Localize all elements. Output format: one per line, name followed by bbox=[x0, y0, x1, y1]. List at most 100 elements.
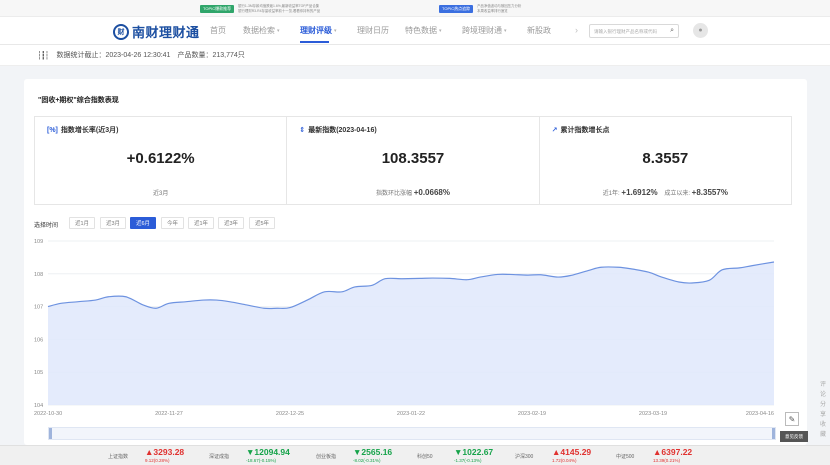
index-area-chart: 104 105 106 107 108 109 2022-10-30 2022-11-27 20… bbox=[34, 239, 775, 417]
y-tick-label: 105 bbox=[34, 370, 43, 376]
metric-latest-index: ⇕ 最新指数(2023-04-16) 108.3557 指数环比涨幅 +0.066… bbox=[287, 117, 540, 204]
stats-date-label: 数据统计截止： bbox=[56, 52, 106, 59]
nav-label: 理财日历 bbox=[357, 26, 389, 35]
ticker-change: 1.72(0.04%) bbox=[552, 458, 577, 463]
nav-home[interactable]: 首页 bbox=[210, 17, 226, 44]
market-ticker: 上证指数 ▲3293.28 9.12(0.28%) 深证成指 ▼12094.94… bbox=[0, 445, 830, 465]
y-tick-label: 107 bbox=[34, 305, 43, 311]
banner-ad-line: 银行理财R3-R4存量收益率前十一览,看看你持有的产品 bbox=[238, 9, 321, 13]
nav-new-stock[interactable]: 新股政 bbox=[527, 17, 551, 44]
side-char[interactable]: 享 bbox=[820, 411, 826, 419]
time-option-1m[interactable]: 近1月 bbox=[69, 217, 96, 229]
metrics-row: [%] 指数增长率(近3月) +0.6122% 近3月 ⇕ 最新指数(2023-04… bbox=[34, 116, 792, 205]
site-header: 财 南财理财通 首页 数据检索 ▾ 理财评级 ▾ 理财日历 特色数据 ▾ 跨境理财通 ▾… bbox=[0, 17, 830, 45]
ticker-name: 上证指数 bbox=[108, 454, 129, 460]
y-tick-label: 104 bbox=[34, 403, 43, 409]
metric-sub-label: 成立以来: bbox=[664, 191, 690, 197]
ticker-value: ▼2565.16 bbox=[353, 447, 393, 457]
side-char[interactable]: 收 bbox=[820, 421, 826, 429]
ticker-number: 4145.29 bbox=[560, 447, 592, 457]
y-tick-label: 109 bbox=[34, 239, 43, 245]
chevron-right-icon[interactable]: › bbox=[575, 25, 578, 35]
side-char[interactable]: 论 bbox=[820, 391, 826, 399]
edit-icon[interactable]: ✎ bbox=[785, 412, 799, 426]
ticker-number: 12094.94 bbox=[254, 447, 290, 457]
banner-ad-line: 本周收益率排行速览 bbox=[477, 9, 508, 13]
side-char[interactable]: 评 bbox=[820, 381, 826, 389]
time-option-3m[interactable]: 近3月 bbox=[100, 217, 127, 229]
trend-up-icon: ↗ bbox=[551, 127, 558, 134]
nav-label: 特色数据 bbox=[405, 26, 437, 35]
index-card: "固收+期权"综合指数表现 [%] 指数增长率(近3月) +0.6122% 近3月… bbox=[24, 79, 807, 445]
slider-handle-left[interactable] bbox=[49, 428, 52, 439]
stats-count-label: 产品数量： bbox=[177, 52, 213, 59]
ticker-name: 科创50 bbox=[417, 454, 433, 460]
metric-sub: 指数环比涨幅 +0.0668% bbox=[287, 188, 538, 197]
chart-range-slider[interactable] bbox=[48, 427, 776, 440]
nav-special-data[interactable]: 特色数据 ▾ bbox=[405, 17, 442, 44]
time-option-5y[interactable]: 近5年 bbox=[249, 217, 276, 229]
series-area bbox=[48, 261, 774, 405]
banner-ad-line: 银行1-3M存款均值跌破1.6%,最新收益率TOP产品合集 bbox=[238, 4, 320, 8]
time-option-1y[interactable]: 近1年 bbox=[188, 217, 215, 229]
stats-count: 213,774只 bbox=[212, 52, 245, 59]
ticker-number: 3293.28 bbox=[153, 447, 185, 457]
ticker-number: 6397.22 bbox=[661, 447, 693, 457]
nav-label: 首页 bbox=[210, 26, 226, 35]
ticker-change: -8.02(-0.31%) bbox=[353, 458, 381, 463]
user-avatar-icon[interactable]: ● bbox=[693, 23, 708, 38]
y-tick-label: 106 bbox=[34, 337, 43, 343]
search-box[interactable]: ⌕ bbox=[589, 24, 679, 38]
logo-mark: 财 bbox=[113, 23, 129, 40]
nav-calendar[interactable]: 理财日历 bbox=[357, 17, 389, 44]
banner-ad-1[interactable]: TOPIC爆款推荐 银行1-3M存款均值跌破1.6%,最新收益率TOP产品合集 … bbox=[200, 3, 320, 14]
x-tick-label: 2023-02-19 bbox=[518, 411, 546, 417]
side-char[interactable]: 藏 bbox=[820, 431, 826, 439]
metric-sub-label: 指数环比涨幅 bbox=[376, 191, 413, 197]
metric-label: 累计指数增长点 bbox=[560, 127, 610, 134]
banner-ad-tag: TOPIC热点追踪 bbox=[439, 4, 474, 13]
nav-rating[interactable]: 理财评级 ▾ bbox=[300, 17, 337, 44]
time-option-3y[interactable]: 近3年 bbox=[218, 217, 245, 229]
ticker-number: 1022.67 bbox=[462, 447, 494, 457]
ticker-change: -1.37(-0.13%) bbox=[454, 458, 482, 463]
feedback-button[interactable]: 意见反馈 bbox=[780, 431, 808, 442]
ticker-name: 沪深300 bbox=[515, 454, 534, 460]
nav-cross-border[interactable]: 跨境理财通 ▾ bbox=[462, 17, 507, 44]
percent-icon: [%] bbox=[47, 126, 58, 134]
time-option-ytd[interactable]: 今年 bbox=[161, 217, 185, 229]
x-tick-label: 2022-10-30 bbox=[34, 411, 62, 417]
metric-growth-rate: [%] 指数增长率(近3月) +0.6122% 近3月 bbox=[35, 117, 288, 204]
nav-label: 新股政 bbox=[527, 26, 551, 35]
ticker-name: 中证500 bbox=[616, 454, 635, 460]
x-tick-label: 2023-04-16 bbox=[746, 411, 774, 417]
metric-sub-value: +1.6912% bbox=[621, 188, 658, 197]
ticker-name: 创业板指 bbox=[316, 454, 337, 460]
slider-handle-right[interactable] bbox=[772, 428, 775, 439]
ticker-value: ▲6397.22 bbox=[653, 447, 693, 457]
nav-data-search[interactable]: 数据检索 ▾ bbox=[243, 17, 280, 44]
banner-ad-tag: TOPIC爆款推荐 bbox=[200, 4, 235, 13]
metric-sub-value: +8.3557% bbox=[691, 188, 728, 197]
time-option-6m[interactable]: 近6月 bbox=[130, 217, 157, 229]
x-tick-label: 2023-03-19 bbox=[639, 411, 667, 417]
banner-ad-2[interactable]: TOPIC热点追踪 产品净值波动与赎回压力分析 本周收益率排行速览 bbox=[439, 3, 521, 14]
stats-bar: ┆┇┆ 数据统计截止： 2023-04-26 12:30:41 产品数量： 21… bbox=[0, 45, 830, 66]
metric-sub: 近1年: +1.6912% 成立以来: +8.3557% bbox=[540, 188, 791, 197]
metric-sub: 近3月 bbox=[152, 191, 169, 197]
site-logo[interactable]: 财 南财理财通 bbox=[113, 22, 200, 41]
search-input[interactable] bbox=[594, 28, 664, 34]
metric-value: 8.3557 bbox=[642, 150, 689, 167]
nav-label: 数据检索 bbox=[243, 26, 275, 35]
chevron-down-icon: ▾ bbox=[277, 27, 280, 34]
ticker-value: ▲4145.29 bbox=[552, 447, 592, 457]
logo-text: 南财理财通 bbox=[132, 25, 200, 40]
metric-value: +0.6122% bbox=[126, 150, 195, 167]
metric-sub-value: +0.0668% bbox=[413, 188, 450, 197]
metric-label: 最新指数(2023-04-16) bbox=[308, 127, 377, 134]
x-tick-label: 2022-12-25 bbox=[276, 411, 304, 417]
search-icon[interactable]: ⌕ bbox=[670, 27, 674, 35]
chevron-down-icon: ▾ bbox=[334, 27, 337, 34]
side-char[interactable]: 分 bbox=[820, 401, 826, 409]
ticker-change: -18.67(-0.15%) bbox=[246, 458, 277, 463]
